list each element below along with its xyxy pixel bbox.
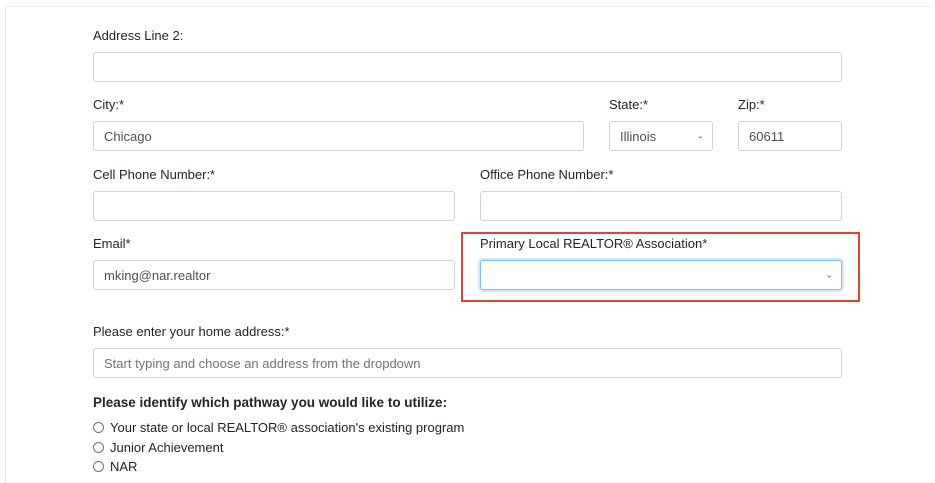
radio-button[interactable]: [93, 461, 104, 472]
state-select[interactable]: Illinois ⌄: [609, 121, 713, 151]
cell-phone-label: Cell Phone Number:*: [93, 167, 216, 182]
association-label: Primary Local REALTOR® Association*: [480, 236, 708, 251]
cell-phone-input[interactable]: [93, 191, 455, 221]
chevron-down-icon: ⌄: [825, 269, 833, 280]
radio-button[interactable]: [93, 422, 104, 433]
pathway-option-label: Your state or local REALTOR® association…: [110, 420, 465, 435]
radio-button[interactable]: [93, 442, 104, 453]
home-address-label: Please enter your home address:*: [93, 324, 290, 339]
address-line-2-label: Address Line 2:: [93, 28, 184, 43]
office-phone-label: Office Phone Number:*: [480, 167, 614, 182]
address-line-2-input[interactable]: [93, 52, 842, 82]
pathway-option-nar[interactable]: NAR: [93, 459, 137, 474]
pathway-option-junior-achievement[interactable]: Junior Achievement: [93, 440, 223, 455]
zip-label: Zip:*: [738, 97, 765, 112]
state-value: Illinois: [620, 128, 657, 144]
city-input[interactable]: Chicago: [93, 121, 584, 151]
city-label: City:*: [93, 97, 125, 112]
pathway-option-state-local[interactable]: Your state or local REALTOR® association…: [93, 420, 464, 435]
office-phone-input[interactable]: [480, 191, 842, 221]
email-input[interactable]: mking@nar.realtor: [93, 260, 455, 290]
association-select[interactable]: ⌄: [480, 260, 842, 290]
pathway-question: Please identify which pathway you would …: [93, 395, 448, 410]
zip-input[interactable]: 60611: [738, 121, 842, 151]
chevron-down-icon: ⌄: [696, 130, 704, 141]
home-address-input[interactable]: Start typing and choose an address from …: [93, 348, 842, 378]
email-label: Email*: [93, 236, 131, 251]
state-label: State:*: [609, 97, 649, 112]
pathway-option-label: NAR: [110, 459, 138, 474]
pathway-option-label: Junior Achievement: [110, 440, 224, 455]
